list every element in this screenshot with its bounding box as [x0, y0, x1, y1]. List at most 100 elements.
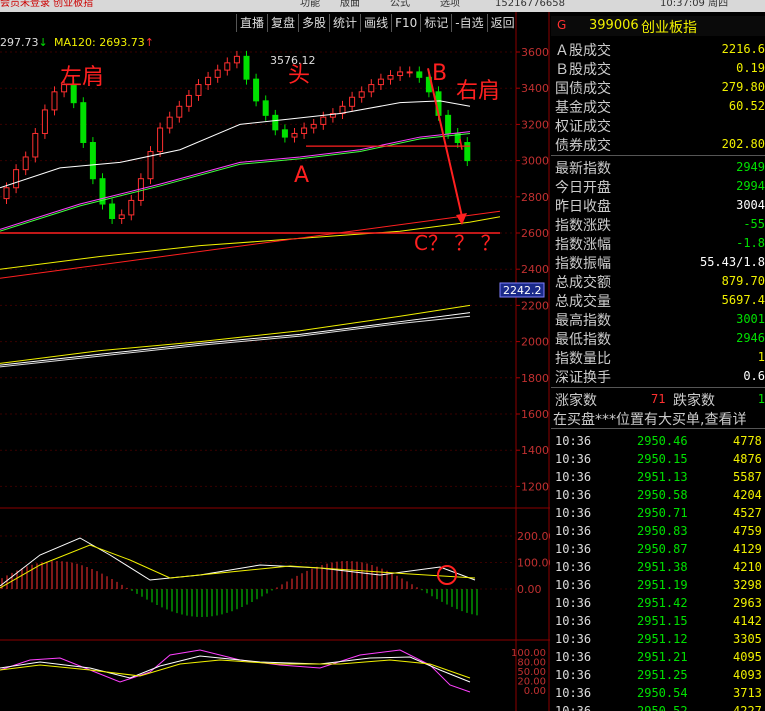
- back-button[interactable]: 返回: [486, 14, 518, 32]
- quote-label: 债券成交: [555, 138, 611, 154]
- kdj-j-line: [0, 649, 471, 693]
- menu-item[interactable]: 选项: [440, 0, 460, 9]
- tick-price: 2950.71: [637, 506, 688, 520]
- candle-body: [377, 78, 384, 86]
- tick-time: 10:36: [555, 434, 592, 448]
- quote-value: 2946: [736, 331, 765, 345]
- draw-line-button[interactable]: 画线: [360, 14, 391, 32]
- quote-value: 2949: [736, 160, 765, 174]
- tick-vol: 4095: [733, 650, 762, 664]
- menu-item[interactable]: 版面: [340, 0, 360, 9]
- tick-time: 10:36: [555, 578, 592, 592]
- multi-stock-button[interactable]: 多股: [298, 14, 329, 32]
- kline-chart[interactable]: 3600 3400 3200 3000 2800 2600 2400 2200 2000 1800…: [0, 12, 550, 711]
- tick-vol: 4142: [733, 614, 762, 628]
- tick-row: 10:36 2951.15 4142: [551, 612, 765, 630]
- quote-label: 最低指数: [555, 332, 611, 348]
- tick-vol: 4204: [733, 488, 762, 502]
- tick-time: 10:36: [555, 470, 592, 484]
- quote-label: 指数振幅: [555, 256, 611, 272]
- high-price-label: 3576.12: [270, 54, 316, 67]
- breadth-row: 涨家数 71 跌家数 1: [551, 390, 765, 409]
- candle-body: [358, 91, 365, 98]
- candle-body: [349, 96, 356, 107]
- candle-body: [205, 76, 212, 86]
- quote-row: 权证成交: [551, 116, 765, 135]
- tick-time: 10:36: [555, 686, 592, 700]
- candle-body: [157, 127, 164, 153]
- candle-body: [176, 105, 183, 118]
- tick-time: 10:36: [555, 488, 592, 502]
- quote-value: 879.70: [721, 274, 765, 288]
- tick-price: 2950.58: [637, 488, 688, 502]
- quote-value: 2994: [736, 179, 765, 193]
- tick-price: 2951.19: [637, 578, 688, 592]
- quote-row: 深证换手 0.6: [551, 367, 765, 386]
- candle-body: [416, 71, 423, 78]
- quote-value: -1.8: [736, 236, 765, 250]
- statistics-button[interactable]: 统计: [329, 14, 360, 32]
- macd-tick-label: 100.00: [517, 557, 550, 570]
- quote-label: 昨日收盘: [555, 199, 611, 215]
- divider: [551, 387, 765, 388]
- tick-price: 2951.38: [637, 560, 688, 574]
- quote-label: 总成交额: [555, 275, 611, 291]
- index-code: 399006: [589, 18, 639, 33]
- candle-body: [22, 156, 29, 171]
- quote-row: 今日开盘 2994: [551, 177, 765, 196]
- watchlist-button[interactable]: -自选: [451, 14, 486, 32]
- tick-vol: 2963: [733, 596, 762, 610]
- quote-value: 3004: [736, 198, 765, 212]
- tick-vol: 4093: [733, 668, 762, 682]
- candle-body: [166, 116, 173, 129]
- quote-panel: G 399006 创业板指 Ａ股成交 2216.6 Ｂ股成交 0.19 国债成交 279.…: [551, 12, 765, 711]
- quote-value: 3001: [736, 312, 765, 326]
- candle-body: [253, 78, 260, 102]
- tick-vol: 5587: [733, 470, 762, 484]
- tick-vol: 4527: [733, 506, 762, 520]
- live-button[interactable]: 直播: [236, 14, 267, 32]
- tick-price: 2951.15: [637, 614, 688, 628]
- tick-price: 2950.87: [637, 542, 688, 556]
- tick-time: 10:36: [555, 668, 592, 682]
- replay-button[interactable]: 复盘: [267, 14, 298, 32]
- price-tick-label: 3400: [521, 82, 549, 95]
- candle-body: [233, 55, 240, 64]
- tick-row: 10:36 2951.13 5587: [551, 468, 765, 486]
- candle-body: [445, 114, 452, 134]
- tick-vol: 3305: [733, 632, 762, 646]
- kdj-k-line: [0, 655, 471, 683]
- menu-item[interactable]: 功能: [300, 0, 320, 9]
- price-tick-label: 1600: [521, 408, 549, 421]
- tick-row: 10:36 2951.19 3298: [551, 576, 765, 594]
- quote-row: 指数涨跌 -55: [551, 215, 765, 234]
- quote-row: 债券成交 202.80: [551, 135, 765, 154]
- quote-value: 60.52: [728, 99, 765, 113]
- quote-row: 昨日收盘 3004: [551, 196, 765, 215]
- f10-button[interactable]: F10: [391, 14, 420, 32]
- price-tick-label: 2000: [521, 336, 549, 349]
- candle-body: [387, 75, 394, 80]
- tick-time: 10:36: [555, 650, 592, 664]
- left-shoulder-label: 左肩: [60, 65, 104, 90]
- tick-time: 10:36: [555, 632, 592, 646]
- tick-vol: 4227: [733, 704, 762, 711]
- quote-row: 总成交额 879.70: [551, 272, 765, 291]
- menu-item[interactable]: 公式: [390, 0, 410, 9]
- candle-body: [243, 55, 250, 80]
- candle-body: [41, 109, 48, 134]
- candle-body: [310, 123, 317, 129]
- tick-price: 2951.21: [637, 650, 688, 664]
- quote-label: 总成交量: [555, 294, 611, 310]
- down-count-label: 跌家数: [673, 393, 715, 409]
- tick-time: 10:36: [555, 506, 592, 520]
- candle-body: [301, 127, 308, 134]
- ma-long-white: [0, 312, 471, 366]
- big-order-notice[interactable]: 在买盘***位置有大买单,查看详: [551, 409, 765, 428]
- ma120-legend: MA120: 2693.73↑: [54, 36, 154, 49]
- mark-button[interactable]: 标记: [420, 14, 451, 32]
- current-price-label: 2242.2: [503, 284, 542, 297]
- candle-body: [89, 142, 96, 180]
- quote-row: 最高指数 3001: [551, 310, 765, 329]
- tick-time: 10:36: [555, 560, 592, 574]
